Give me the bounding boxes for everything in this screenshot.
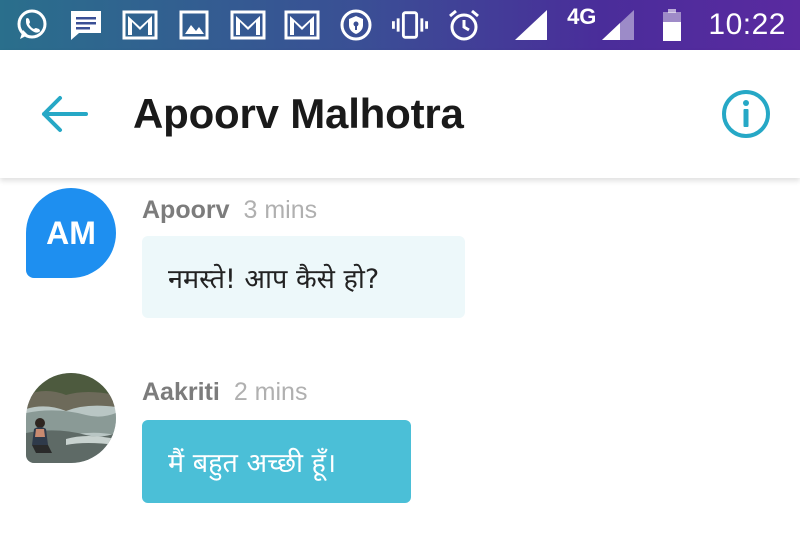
vpn-shield-icon xyxy=(338,7,374,43)
avatar[interactable] xyxy=(26,373,116,463)
vibrate-icon xyxy=(392,7,428,43)
message-text: मैं बहुत अच्छी हूँ। xyxy=(168,448,337,479)
network-type: 4G xyxy=(567,4,597,29)
sender-name: Aakriti xyxy=(142,378,220,406)
avatar-initials: AM xyxy=(46,214,96,251)
contact-name: Apoorv Malhotra xyxy=(133,90,464,137)
message-text: नमस्ते! आप कैसे हो? xyxy=(168,263,380,295)
message-meta: Apoorv 3 mins xyxy=(142,196,317,225)
signal-icon xyxy=(600,7,636,43)
notification-icons xyxy=(14,7,482,43)
avatar[interactable]: AM xyxy=(26,188,116,278)
signal-icon xyxy=(513,7,549,43)
battery-icon xyxy=(654,7,690,43)
gmail-icon xyxy=(122,7,158,43)
whatsapp-icon xyxy=(14,7,50,43)
info-button[interactable] xyxy=(720,88,772,140)
info-icon xyxy=(722,90,770,138)
sender-name: Apoorv xyxy=(142,196,230,224)
message-bubble[interactable]: नमस्ते! आप कैसे हो? xyxy=(142,236,465,318)
profile-photo xyxy=(26,373,116,463)
message-icon xyxy=(68,7,104,43)
image-icon xyxy=(176,7,212,43)
back-arrow-icon xyxy=(42,96,88,132)
status-bar: 4G 10:22 xyxy=(0,0,800,50)
gmail-icon xyxy=(230,7,266,43)
message-time: 3 mins xyxy=(243,196,318,224)
message-bubble[interactable]: मैं बहुत अच्छी हूँ। xyxy=(142,420,411,503)
gmail-icon xyxy=(284,7,320,43)
back-button[interactable] xyxy=(36,90,90,138)
chat-header: Apoorv Malhotra xyxy=(0,50,800,178)
message-time: 2 mins xyxy=(233,378,308,406)
alarm-icon xyxy=(446,7,482,43)
message-meta: Aakriti 2 mins xyxy=(142,378,307,407)
system-icons: 4G 10:22 xyxy=(513,4,786,43)
clock: 10:22 xyxy=(708,8,786,41)
